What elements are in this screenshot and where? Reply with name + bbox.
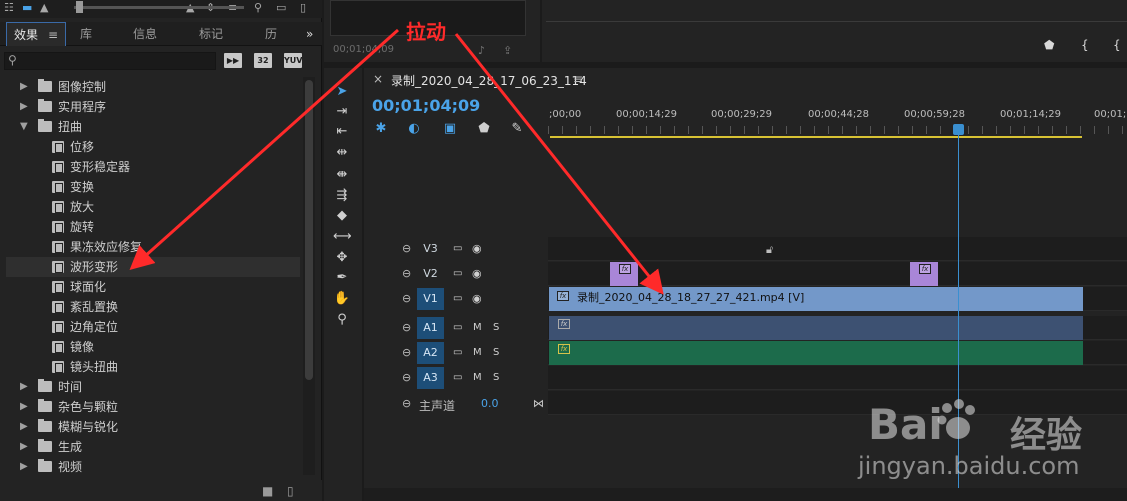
watermark-paw-icon (937, 399, 975, 439)
annotation-text: 拉动 (406, 20, 446, 44)
watermark-brand: Bai (868, 400, 943, 449)
watermark-url: jingyan.baidu.com (858, 452, 1080, 480)
annotation-arrow-left (129, 28, 399, 270)
watermark-brand-zh: 经验 (1010, 415, 1083, 456)
annotation-arrow-right (454, 33, 664, 295)
